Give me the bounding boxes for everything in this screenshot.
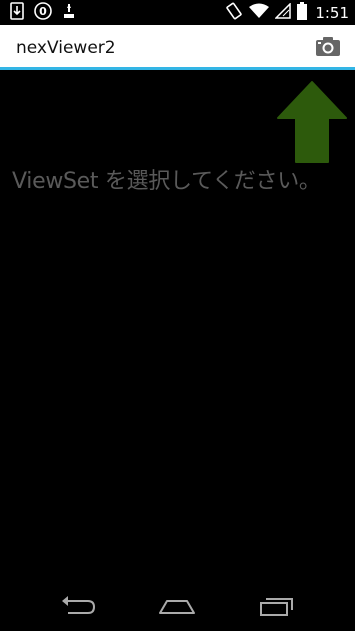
navigation-bar	[0, 583, 355, 631]
notification-count-icon: 0	[34, 1, 52, 24]
screen: 0 1:51 nexViewer2 ViewSet を選択してください。	[0, 0, 355, 631]
notification-icons: 0	[10, 1, 76, 24]
wifi-icon	[249, 3, 270, 23]
clock: 1:51	[315, 3, 349, 22]
home-icon	[159, 600, 195, 614]
main-content: ViewSet を選択してください。	[0, 73, 355, 565]
usb-icon	[62, 2, 76, 24]
hint-text: ViewSet を選択してください。	[12, 169, 321, 194]
back-icon	[62, 596, 96, 614]
back-button[interactable]	[58, 593, 98, 619]
signal-icon	[274, 1, 292, 23]
rotation-icon	[225, 2, 243, 24]
battery-icon	[297, 1, 308, 24]
recent-apps-button[interactable]	[257, 593, 297, 619]
camera-button[interactable]	[315, 36, 341, 58]
recent-apps-icon	[260, 598, 293, 616]
up-arrow-icon	[277, 81, 347, 163]
home-button[interactable]	[157, 593, 197, 619]
camera-icon	[316, 37, 340, 56]
status-bar: 0 1:51	[0, 0, 355, 25]
download-icon	[10, 1, 24, 24]
action-bar: nexViewer2	[0, 25, 355, 70]
app-title: nexViewer2	[16, 38, 116, 58]
system-icons: 1:51	[225, 1, 349, 24]
notification-count: 0	[39, 5, 47, 18]
